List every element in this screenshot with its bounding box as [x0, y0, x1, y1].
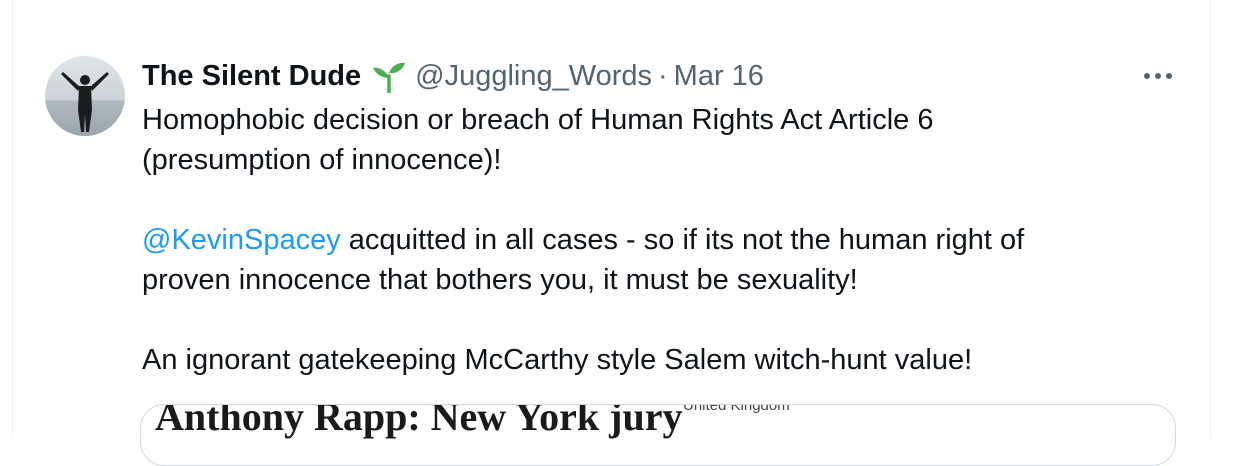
- display-name[interactable]: The Silent Dude: [142, 60, 361, 93]
- tweet-text-line: An ignorant gatekeeping McCarthy style S…: [142, 344, 973, 376]
- avatar-image: [45, 56, 125, 136]
- tweet-text-line: (presumption of innocence)!: [142, 144, 502, 176]
- avatar[interactable]: [45, 56, 125, 136]
- more-dots-icon[interactable]: [1140, 62, 1176, 90]
- tweet-text-line: Homophobic decision or breach of Human R…: [142, 104, 934, 136]
- sprout-icon: [371, 59, 407, 94]
- tweet-header: The Silent Dude @Juggling_Words · Mar 16: [142, 56, 764, 96]
- tweet-text-segment: acquitted in all cases - so if its not t…: [340, 224, 1025, 256]
- media-location: United Kingdom: [683, 404, 790, 414]
- tweet-date[interactable]: Mar 16: [674, 60, 764, 93]
- mention-link[interactable]: @KevinSpacey: [142, 224, 341, 256]
- media-headline: Anthony Rapp: New York jury: [155, 404, 683, 439]
- separator-dot: ·: [658, 59, 668, 92]
- tweet-text: Homophobic decision or breach of Human R…: [142, 100, 1162, 380]
- user-handle[interactable]: @Juggling_Words: [415, 60, 652, 93]
- media-card[interactable]: Anthony Rapp: New York jury United Kingd…: [140, 404, 1176, 466]
- tweet-text-line: proven innocence that bothers you, it mu…: [142, 264, 858, 296]
- tweet-text-line: @KevinSpacey acquitted in all cases - so…: [142, 220, 1162, 260]
